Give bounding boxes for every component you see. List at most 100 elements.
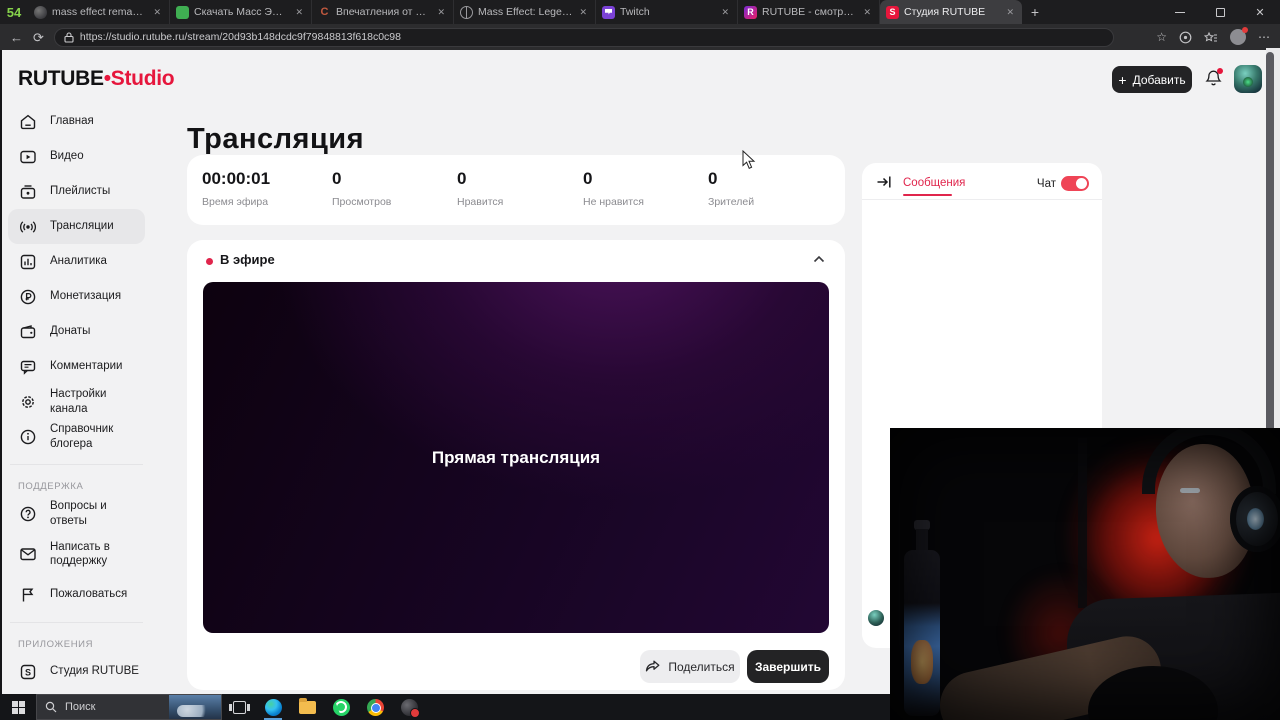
- sidebar-item-label: Написать в поддержку: [50, 540, 110, 567]
- webcam-vignette: [890, 428, 1280, 720]
- maximize-icon: [1215, 7, 1225, 17]
- sidebar-item-studio-app[interactable]: S Студия RUTUBE: [8, 654, 145, 689]
- edge-taskbar-button[interactable]: [256, 694, 290, 720]
- browser-tab-wiki[interactable]: Mass Effect: Legendary Edition/И ✕: [454, 0, 596, 24]
- file-explorer-button[interactable]: [290, 694, 324, 720]
- browser-tab-twitch[interactable]: Twitch ✕: [596, 0, 738, 24]
- stat-value: 0: [708, 169, 718, 188]
- share-icon: [646, 660, 660, 672]
- stat-label: Время эфира: [202, 196, 269, 208]
- tab-title: RUTUBE - смотреть видео онлай: [762, 6, 857, 18]
- add-button[interactable]: + Добавить: [1112, 66, 1192, 93]
- stat-value: 0: [332, 169, 342, 188]
- taskbar-search[interactable]: Поиск: [36, 694, 222, 720]
- rutube-studio-logo[interactable]: RUTUBE•Studio: [18, 67, 175, 91]
- sidebar-item-label: Видео: [50, 150, 84, 163]
- chevron-up-icon[interactable]: [813, 255, 825, 263]
- recorder-button[interactable]: [392, 694, 426, 720]
- stream-preview[interactable]: Прямая трансляция: [203, 282, 829, 633]
- sidebar-item-faq[interactable]: Вопросы и ответы: [8, 496, 145, 531]
- tab-close-icon[interactable]: ✕: [861, 7, 873, 18]
- stat-value: 00:00:01: [202, 169, 271, 188]
- stat-value: 0: [583, 169, 593, 188]
- sidebar-item-home[interactable]: Главная: [8, 104, 145, 139]
- close-button[interactable]: ✕: [1240, 0, 1280, 24]
- chrome-button[interactable]: [358, 694, 392, 720]
- sidebar-item-channel-settings[interactable]: Настройки канала: [8, 384, 145, 419]
- tab-close-icon[interactable]: ✕: [151, 7, 163, 18]
- back-button[interactable]: ←: [10, 31, 23, 44]
- browser-tab-rutube[interactable]: R RUTUBE - смотреть видео онлай ✕: [738, 0, 880, 24]
- bookmark-star-icon[interactable]: ☆: [1156, 30, 1167, 44]
- sidebar-section-apps: ПРИЛОЖЕНИЯ: [18, 639, 94, 650]
- maximize-button[interactable]: [1200, 0, 1240, 24]
- logo-dot: •: [103, 67, 111, 90]
- chat-message-avatar: [868, 610, 884, 626]
- sidebar-item-blogger-guide[interactable]: Справочник блогера: [8, 419, 145, 454]
- broadcast-icon: [19, 220, 37, 233]
- sidebar-item-broadcasts-active[interactable]: Трансляции: [8, 209, 145, 244]
- sidebar-item-monetization[interactable]: Монетизация: [8, 279, 145, 314]
- minimize-icon: [1175, 11, 1185, 13]
- chrome-icon: [366, 698, 384, 716]
- tab-close-icon[interactable]: ✕: [435, 7, 447, 18]
- sidebar-item-playlists[interactable]: Плейлисты: [8, 174, 145, 209]
- browser-tab-search[interactable]: mass effect remastered - Поиск в ✕: [28, 0, 170, 24]
- question-icon: [20, 506, 36, 521]
- tab-messages[interactable]: Сообщения: [903, 177, 965, 189]
- refresh-button[interactable]: ⟳: [33, 31, 44, 44]
- tab-close-icon[interactable]: ✕: [1004, 7, 1016, 18]
- new-tab-button[interactable]: +: [1022, 0, 1048, 24]
- sidebar-item-donations[interactable]: Донаты: [8, 314, 145, 349]
- chat-toggle[interactable]: [1061, 176, 1089, 191]
- user-avatar[interactable]: [1234, 65, 1262, 93]
- browser-menu-icon[interactable]: ⋯: [1258, 30, 1270, 44]
- extensions-icon[interactable]: [1179, 31, 1192, 44]
- plus-icon: +: [1118, 71, 1127, 88]
- tab-close-icon[interactable]: ✕: [577, 7, 589, 18]
- sidebar-divider: [10, 622, 143, 623]
- notifications-button[interactable]: [1205, 68, 1223, 92]
- tab-title: mass effect remastered - Поиск в: [52, 6, 147, 18]
- flag-icon: [22, 588, 34, 601]
- sidebar-section-support: ПОДДЕРЖКА: [18, 481, 84, 492]
- comment-icon: [20, 360, 36, 375]
- profile-avatar[interactable]: [1230, 27, 1248, 45]
- share-button[interactable]: Поделиться: [640, 650, 740, 683]
- collapse-panel-icon[interactable]: [876, 175, 892, 189]
- start-button[interactable]: [0, 694, 36, 720]
- share-button-label: Поделиться: [668, 659, 735, 674]
- add-button-label: Добавить: [1132, 72, 1186, 87]
- minimize-button[interactable]: [1160, 0, 1200, 24]
- whatsapp-icon: [332, 698, 350, 716]
- url-field[interactable]: https://studio.rutube.ru/stream/20d93b14…: [53, 27, 1114, 47]
- browser-tab-studio-active[interactable]: S Студия RUTUBE ✕: [880, 0, 1022, 24]
- sidebar-item-label: Главная: [50, 115, 94, 128]
- sidebar-item-label: Настройки канала: [50, 388, 107, 415]
- lock-icon: [64, 31, 74, 43]
- task-view-button[interactable]: [222, 694, 256, 720]
- tab-close-icon[interactable]: ✕: [719, 7, 731, 18]
- sidebar-item-contact-support[interactable]: Написать в поддержку: [8, 531, 145, 577]
- finish-button[interactable]: Завершить: [747, 650, 829, 683]
- whatsapp-button[interactable]: [324, 694, 358, 720]
- weather-widget[interactable]: [169, 695, 221, 719]
- sidebar-item-analytics[interactable]: Аналитика: [8, 244, 145, 279]
- sidebar-item-label: Справочник блогера: [50, 423, 114, 450]
- logo-suffix: Studio: [110, 67, 175, 90]
- edge-icon: [264, 698, 282, 716]
- screen: 54 mass effect remastered - Поиск в ✕ Ск…: [0, 0, 1280, 720]
- webcam-overlay: [890, 428, 1280, 720]
- live-status-label: В эфире: [220, 252, 275, 267]
- search-icon: [45, 701, 57, 713]
- favorites-icon[interactable]: [1204, 31, 1218, 44]
- sidebar-item-video[interactable]: Видео: [8, 139, 145, 174]
- browser-tab-download[interactable]: Скачать Масс Эффект (Legendar ✕: [170, 0, 312, 24]
- svg-text:S: S: [25, 667, 31, 677]
- sidebar-item-report[interactable]: Пожаловаться: [8, 577, 145, 612]
- stream-preview-label: Прямая трансляция: [431, 447, 601, 467]
- sidebar-item-comments[interactable]: Комментарии: [8, 349, 145, 384]
- sidebar-item-label: Комментарии: [50, 360, 123, 373]
- tab-close-icon[interactable]: ✕: [293, 7, 305, 18]
- browser-tab-review[interactable]: C Впечатления от ремастера Mas ✕: [312, 0, 454, 24]
